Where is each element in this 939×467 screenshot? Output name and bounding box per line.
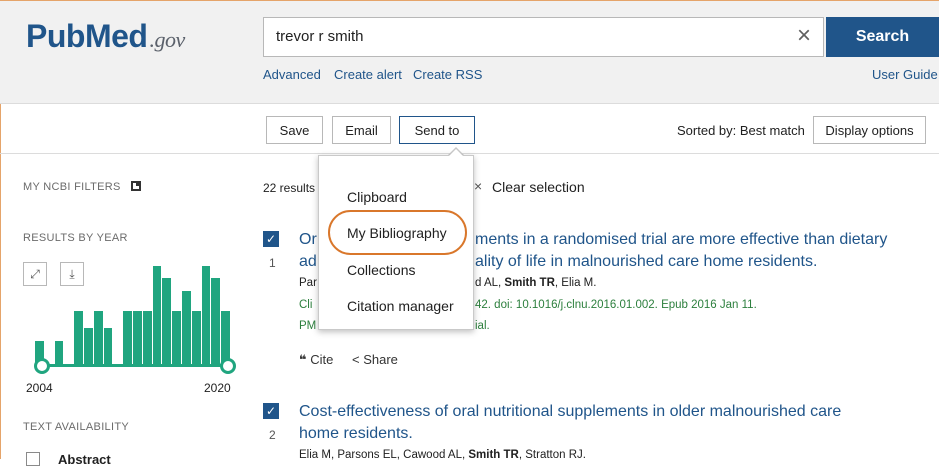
send-to-clipboard[interactable]: Clipboard: [347, 189, 407, 205]
histogram-bar[interactable]: [191, 311, 201, 366]
save-button[interactable]: Save: [266, 116, 323, 144]
external-link-icon[interactable]: [130, 181, 141, 191]
abstract-filter-checkbox[interactable]: [26, 452, 40, 466]
create-rss-link[interactable]: Create RSS: [413, 67, 482, 82]
results-count: 22 results: [263, 181, 316, 195]
histogram-bar[interactable]: [74, 311, 83, 366]
result-1-share-label: Share: [363, 352, 398, 367]
histogram-bar[interactable]: [172, 311, 181, 366]
my-ncbi-filters-heading: MY NCBI FILTERS: [23, 180, 141, 193]
year-end-label: 2020: [204, 381, 231, 395]
sort-order-label[interactable]: Sorted by: Best match: [677, 123, 805, 138]
year-start-label: 2004: [26, 381, 53, 395]
result-1-journal-citation: 42. doi: 10.1016/j.clnu.2016.01.002. Epu…: [475, 299, 757, 311]
result-1-authors-end: , Elia M.: [554, 277, 597, 289]
histogram-bar[interactable]: [54, 341, 64, 366]
search-input[interactable]: trevor r smith ×: [263, 17, 824, 57]
text-availability-heading: TEXT AVAILABILITY: [23, 421, 129, 433]
histogram-bar[interactable]: [182, 291, 191, 366]
result-2-authors-start: Elia M, Parsons EL, Cawood AL,: [299, 449, 469, 461]
result-1-author-highlight: Smith TR: [504, 277, 555, 289]
highlight-annotation: [328, 210, 467, 255]
histogram-bar[interactable]: [103, 328, 113, 366]
pubmed-logo[interactable]: PubMed.gov: [26, 18, 185, 55]
quote-icon: ❝: [299, 352, 307, 367]
histogram-bar[interactable]: [123, 311, 132, 366]
result-1-title-end[interactable]: ments in a randomised trial are more eff…: [475, 229, 887, 250]
result-1-index: 1: [269, 256, 276, 270]
result-2-author-highlight: Smith TR: [468, 449, 519, 461]
search-input-value: trevor r smith: [276, 28, 364, 45]
result-1-title-start[interactable]: Or: [299, 229, 317, 250]
send-to-button[interactable]: Send to: [399, 116, 475, 144]
email-button[interactable]: Email: [332, 116, 391, 144]
result-2-checkbox[interactable]: ✓: [263, 403, 279, 419]
result-1-pmid-start: PM: [299, 320, 317, 332]
advanced-link[interactable]: Advanced: [263, 67, 321, 82]
result-2-title[interactable]: Cost-effectiveness of oral nutritional s…: [299, 401, 841, 422]
create-alert-link[interactable]: Create alert: [334, 67, 402, 82]
result-1-authors-start: Par: [299, 277, 317, 289]
clear-selection-link[interactable]: Clear selection: [492, 179, 585, 195]
logo-gov: .gov: [149, 27, 185, 52]
result-1-cite-label: Cite: [310, 352, 334, 367]
range-end-handle[interactable]: [220, 358, 236, 374]
histogram-bar[interactable]: [211, 278, 221, 366]
result-2-authors-end: , Stratton RJ.: [518, 449, 586, 461]
results-by-year-heading: RESULTS BY YEAR: [23, 232, 128, 244]
result-1-pubtype: ial.: [475, 320, 490, 332]
abstract-filter-label: Abstract: [58, 452, 111, 467]
result-2-authors: Elia M, Parsons EL, Cawood AL, Smith TR,…: [299, 449, 586, 461]
result-1-cite-button[interactable]: ❝ Cite: [299, 352, 333, 368]
result-1-checkbox[interactable]: ✓: [263, 231, 279, 247]
search-button[interactable]: Search: [826, 17, 939, 57]
histogram-bar[interactable]: [142, 311, 152, 366]
share-icon: <: [352, 352, 360, 367]
histogram-bar[interactable]: [152, 266, 162, 366]
result-1-share-button[interactable]: < Share: [352, 352, 398, 367]
histogram-bar[interactable]: [162, 278, 172, 366]
histogram-bar[interactable]: [133, 311, 142, 366]
year-histogram[interactable]: [35, 266, 230, 366]
histogram-bar[interactable]: [84, 328, 93, 366]
send-to-collections[interactable]: Collections: [347, 262, 415, 278]
clear-selection-icon[interactable]: ×: [474, 178, 482, 194]
result-1-authors-mid: d AL,: [475, 277, 505, 289]
result-2-title-line2[interactable]: home residents.: [299, 423, 413, 444]
result-1-title-line2-start[interactable]: ad: [299, 251, 317, 272]
clear-search-icon[interactable]: ×: [797, 22, 811, 50]
dropdown-pointer-fill: [449, 149, 463, 156]
user-guide-link[interactable]: User Guide: [872, 67, 938, 82]
histogram-range-track: [35, 364, 230, 367]
my-ncbi-filters-label: MY NCBI FILTERS: [23, 181, 121, 193]
logo-med: Med: [84, 18, 148, 54]
result-1-authors: d AL, Smith TR, Elia M.: [475, 277, 596, 289]
result-1-journal-start: Cli: [299, 299, 313, 311]
display-options-button[interactable]: Display options: [813, 116, 926, 144]
range-start-handle[interactable]: [34, 358, 50, 374]
result-1-title-line2-end[interactable]: ality of life in malnourished care home …: [475, 251, 817, 272]
logo-pub: Pub: [26, 18, 85, 54]
histogram-bar[interactable]: [201, 266, 211, 366]
histogram-bar[interactable]: [93, 311, 103, 366]
send-to-citation-manager[interactable]: Citation manager: [347, 298, 454, 314]
result-2-index: 2: [269, 428, 276, 442]
